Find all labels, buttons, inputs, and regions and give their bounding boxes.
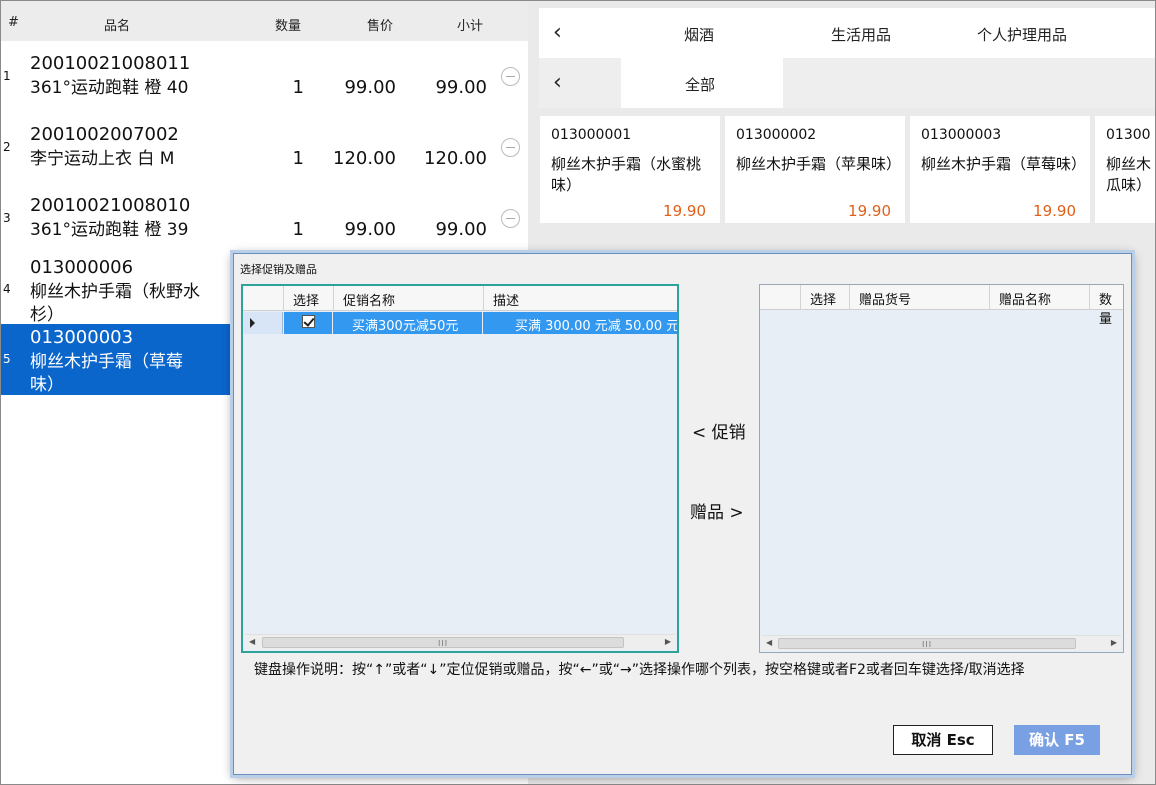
promo-row[interactable]: 买满300元减50元 买满 300.00 元减 50.00 元 bbox=[243, 312, 677, 334]
confirm-button[interactable]: 确认 F5 bbox=[1014, 725, 1100, 755]
row-pointer-icon bbox=[243, 312, 283, 334]
row-qty: 1 bbox=[292, 77, 304, 98]
scroll-right-icon[interactable]: ▶ bbox=[665, 637, 671, 646]
subtab-all-label: 全部 bbox=[685, 76, 716, 94]
product-code: 013000001 bbox=[551, 127, 632, 143]
row-code: 20010021008011 bbox=[30, 53, 191, 74]
row-price: 99.00 bbox=[344, 77, 396, 98]
product-card[interactable]: 013000001 柳丝木护手霜（水蜜桃味） 19.90 bbox=[540, 116, 720, 223]
remove-icon[interactable] bbox=[501, 138, 520, 157]
dialog-title: 选择促销及赠品 bbox=[240, 263, 317, 276]
row-qty: 1 bbox=[292, 148, 304, 169]
col-quantity: 数量 bbox=[1099, 293, 1113, 327]
subcategory-tabs: 全部 ‹ bbox=[539, 58, 1155, 108]
row-name: 李宁运动上衣 白 M bbox=[30, 149, 175, 169]
col-price: 售价 bbox=[367, 19, 394, 34]
subtab-all[interactable]: 全部 bbox=[621, 58, 783, 108]
row-qty: 1 bbox=[292, 219, 304, 240]
col-select: 选择 bbox=[293, 294, 320, 309]
row-price: 120.00 bbox=[333, 148, 396, 169]
row-price: 99.00 bbox=[344, 219, 396, 240]
product-name: 柳丝木护手霜（水蜜桃味） bbox=[551, 155, 702, 194]
checkbox-checked[interactable] bbox=[302, 315, 315, 328]
gift-grid[interactable]: 选择 赠品货号 赠品名称 数量 ◀ III ▶ bbox=[759, 284, 1124, 653]
promo-gift-dialog: 选择促销及赠品 选择 促销名称 描述 买满300元减50元 买满 300.00 … bbox=[233, 253, 1132, 775]
scroll-left-icon[interactable]: ◀ bbox=[766, 638, 772, 647]
product-price: 19.90 bbox=[848, 202, 891, 220]
cart-header: # 品名 数量 售价 小计 bbox=[1, 1, 528, 41]
product-name: 柳丝木护手霜（苹果味） bbox=[736, 155, 902, 173]
tab-personal-care[interactable]: 个人护理用品 bbox=[977, 24, 1067, 45]
row-name-line1: 柳丝木护手霜（草莓 bbox=[30, 352, 183, 372]
row-subtotal: 99.00 bbox=[435, 77, 487, 98]
product-name-line1: 柳丝木 bbox=[1106, 155, 1152, 173]
promo-name-cell: 买满300元减50元 bbox=[333, 312, 482, 334]
promo-name: 买满300元减50元 bbox=[352, 319, 459, 334]
col-gift-code: 赠品货号 bbox=[859, 293, 912, 308]
gift-button[interactable]: 赠品 > bbox=[690, 498, 744, 523]
row-code: 013000006 bbox=[30, 257, 134, 278]
scroll-right-icon[interactable]: ▶ bbox=[1111, 638, 1117, 647]
row-index: 3 bbox=[3, 211, 11, 225]
col-subtotal: 小计 bbox=[457, 19, 484, 34]
row-name-line2: 味） bbox=[30, 375, 64, 395]
product-code: 01300 bbox=[1106, 127, 1151, 143]
grip-icon: III bbox=[922, 640, 933, 649]
row-index: 2 bbox=[3, 140, 11, 154]
promo-hscrollbar[interactable]: ◀ III ▶ bbox=[245, 634, 675, 649]
row-index: 1 bbox=[3, 69, 11, 83]
row-subtotal: 99.00 bbox=[435, 219, 487, 240]
promo-desc-cell: 买满 300.00 元减 50.00 元 bbox=[483, 312, 679, 334]
product-name-line2: 瓜味） bbox=[1106, 176, 1152, 194]
gift-grid-header: 选择 赠品货号 赠品名称 数量 bbox=[760, 285, 1123, 327]
row-subtotal: 120.00 bbox=[424, 148, 487, 169]
product-card[interactable]: 013000003 柳丝木护手霜（草莓味） 19.90 bbox=[910, 116, 1090, 223]
scroll-thumb[interactable]: III bbox=[262, 637, 624, 648]
row-index: 4 bbox=[3, 282, 11, 296]
scroll-left-icon[interactable]: ◀ bbox=[249, 637, 255, 646]
cart-row[interactable]: 2 2001002007002 李宁运动上衣 白 M 1 120.00 120.… bbox=[1, 112, 528, 183]
product-price: 19.90 bbox=[1033, 202, 1076, 220]
col-select: 选择 bbox=[810, 293, 837, 308]
remove-icon[interactable] bbox=[501, 209, 520, 228]
col-name: 品名 bbox=[104, 19, 131, 34]
chevron-left-icon[interactable]: ‹ bbox=[553, 70, 562, 95]
promo-grid[interactable]: 选择 促销名称 描述 买满300元减50元 买满 300.00 元减 50.00… bbox=[241, 284, 679, 653]
select-cell[interactable] bbox=[284, 312, 332, 334]
product-price: 19.90 bbox=[663, 202, 706, 220]
cancel-button[interactable]: 取消 Esc bbox=[893, 725, 993, 755]
tab-daily-goods[interactable]: 生活用品 bbox=[831, 24, 891, 45]
col-description: 描述 bbox=[493, 294, 520, 309]
keyboard-help-text: 键盘操作说明：按“↑”或者“↓”定位促销或赠品，按“←”或“→”选择操作哪个列表… bbox=[254, 662, 1025, 678]
row-code: 20010021008010 bbox=[30, 195, 191, 216]
product-name: 柳丝木护手霜（草莓味） bbox=[921, 155, 1087, 173]
product-code: 013000003 bbox=[921, 127, 1002, 143]
col-promo-name: 促销名称 bbox=[343, 294, 396, 309]
product-card[interactable]: 013000002 柳丝木护手霜（苹果味） 19.90 bbox=[725, 116, 905, 223]
col-index: # bbox=[8, 15, 19, 30]
gift-hscrollbar[interactable]: ◀ III ▶ bbox=[762, 635, 1121, 650]
promo-button[interactable]: < 促销 bbox=[692, 418, 746, 443]
scroll-thumb[interactable]: III bbox=[778, 638, 1076, 649]
product-card[interactable]: 01300 柳丝木 瓜味） bbox=[1095, 116, 1155, 223]
product-code: 013000002 bbox=[736, 127, 817, 143]
category-tabs: ‹ 烟酒 生活用品 个人护理用品 bbox=[539, 8, 1155, 58]
promo-grid-header: 选择 促销名称 描述 bbox=[243, 286, 677, 311]
cart-row[interactable]: 3 20010021008010 361°运动跑鞋 橙 39 1 99.00 9… bbox=[1, 183, 528, 254]
row-index: 5 bbox=[3, 352, 11, 366]
row-name: 361°运动跑鞋 橙 40 bbox=[30, 78, 189, 98]
col-qty: 数量 bbox=[275, 19, 302, 34]
grip-icon: III bbox=[438, 639, 449, 648]
tab-tobacco-liquor[interactable]: 烟酒 bbox=[684, 24, 714, 45]
chevron-left-icon[interactable]: ‹ bbox=[553, 20, 562, 45]
row-name: 361°运动跑鞋 橙 39 bbox=[30, 220, 189, 240]
promo-desc: 买满 300.00 元减 50.00 元 bbox=[515, 319, 679, 334]
remove-icon[interactable] bbox=[501, 67, 520, 86]
col-gift-name: 赠品名称 bbox=[999, 293, 1052, 308]
row-code: 2001002007002 bbox=[30, 124, 179, 145]
row-name-line1: 柳丝木护手霜（秋野水 bbox=[30, 282, 200, 302]
cart-row[interactable]: 1 20010021008011 361°运动跑鞋 橙 40 1 99.00 9… bbox=[1, 41, 528, 112]
row-code: 013000003 bbox=[30, 327, 134, 348]
